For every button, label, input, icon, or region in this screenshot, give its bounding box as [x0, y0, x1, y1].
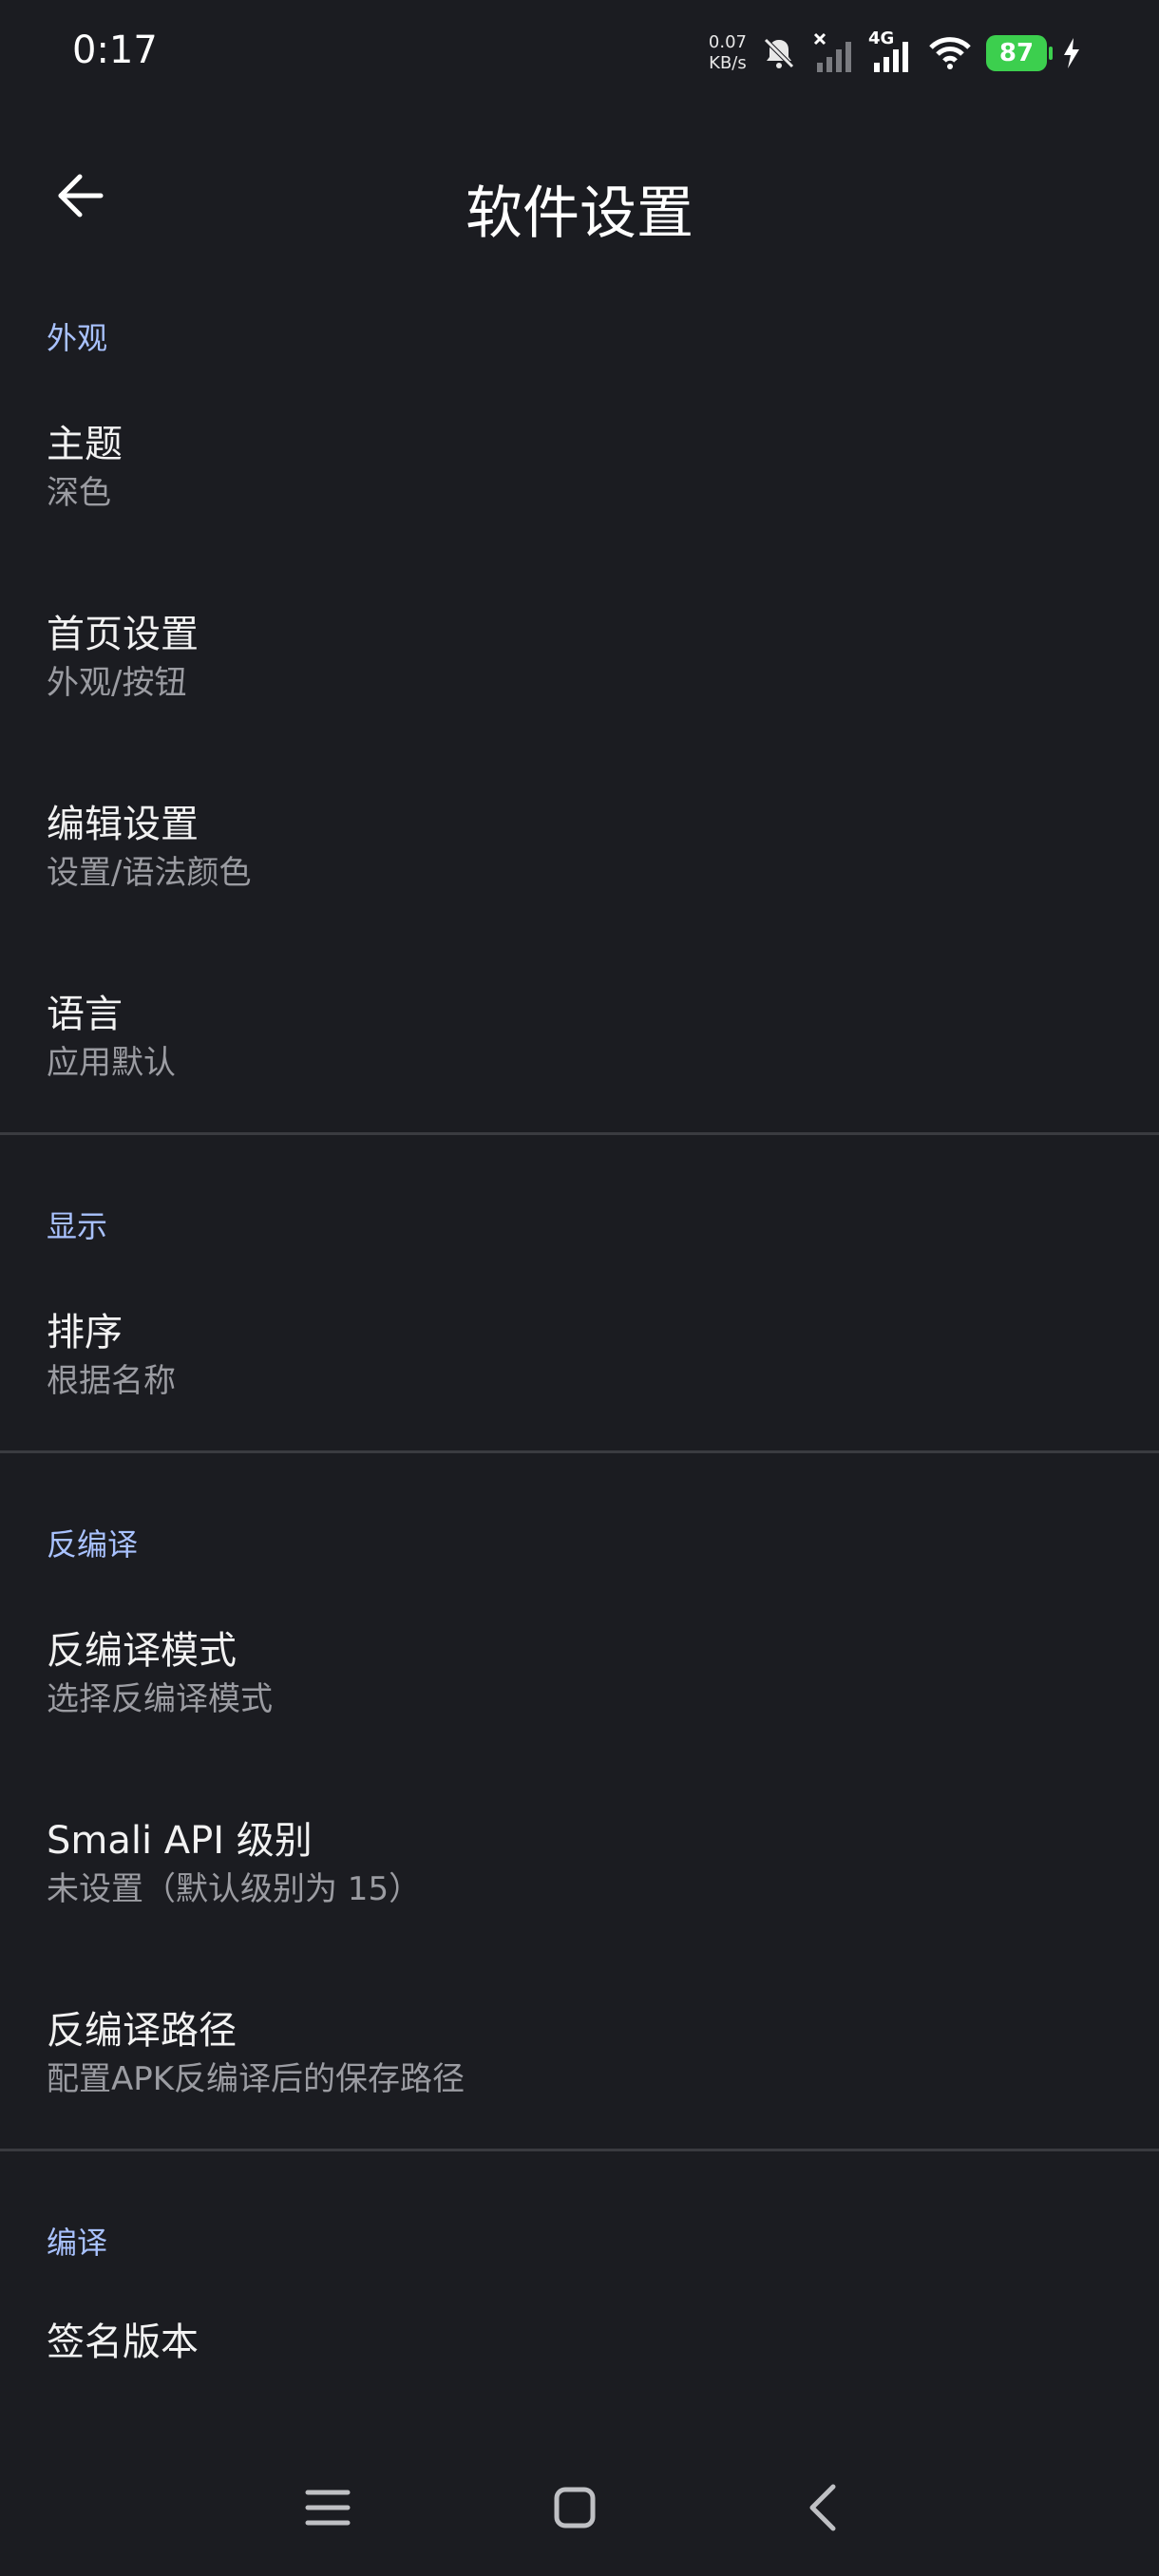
network-speed: 0.07 KB/s [709, 32, 747, 74]
wifi-icon [927, 34, 973, 72]
setting-summary: 未设置（默认级别为 15） [47, 1870, 422, 1908]
screen: 0:17 0.07 KB/s 4G 87 软件设置 外观 主题 深色 首页设置 … [0, 0, 1159, 2576]
network-speed-unit: KB/s [709, 53, 747, 73]
setting-decompile-path[interactable]: 反编译路径 配置APK反编译后的保存路径 [0, 1959, 1159, 2149]
status-bar: 0:17 0.07 KB/s 4G 87 [0, 0, 1159, 104]
setting-summary: 应用默认 [47, 1044, 176, 1082]
menu-icon [304, 2487, 352, 2532]
chevron-left-icon [805, 2483, 843, 2536]
section-header-display: 显示 [47, 1208, 108, 1244]
setting-home[interactable]: 首页设置 外观/按钮 [0, 562, 1159, 752]
setting-title: 排序 [47, 1311, 123, 1354]
section-header-appearance: 外观 [47, 320, 108, 356]
signal-4g-icon: 4G [868, 28, 914, 74]
setting-title: 语言 [47, 993, 123, 1036]
section-header-decompile: 反编译 [47, 1526, 139, 1563]
setting-summary: 深色 [47, 474, 111, 512]
network-type-label: 4G [868, 28, 895, 48]
nav-back-button[interactable] [781, 2472, 866, 2548]
battery-indicator: 87 [986, 35, 1053, 71]
setting-theme[interactable]: 主题 深色 [0, 372, 1159, 562]
status-icons: 0.07 KB/s 4G 87 [709, 25, 1083, 82]
setting-title: 编辑设置 [47, 803, 199, 846]
network-speed-value: 0.07 [708, 32, 747, 52]
setting-decompile-mode[interactable]: 反编译模式 选择反编译模式 [0, 1579, 1159, 1769]
setting-title: 主题 [47, 423, 123, 466]
setting-summary: 选择反编译模式 [47, 1680, 273, 1718]
nav-home-button[interactable] [532, 2472, 618, 2548]
charging-icon [1060, 36, 1083, 70]
status-time: 0:17 [72, 28, 158, 72]
app-header: 软件设置 [0, 142, 1159, 256]
battery-level: 87 [998, 39, 1035, 67]
setting-smali-api[interactable]: Smali API 级别 未设置（默认级别为 15） [0, 1769, 1159, 1959]
nav-recents-button[interactable] [285, 2472, 370, 2548]
setting-title: 首页设置 [47, 613, 199, 656]
setting-title: Smali API 级别 [47, 1819, 313, 1863]
home-square-icon [552, 2485, 598, 2534]
settings-list: 外观 主题 深色 首页设置 外观/按钮 编辑设置 设置/语法颜色 语言 应用默认… [0, 313, 1159, 2457]
setting-summary: 配置APK反编译后的保存路径 [47, 2060, 466, 2098]
setting-language[interactable]: 语言 应用默认 [0, 942, 1159, 1132]
setting-summary: 外观/按钮 [47, 664, 187, 702]
setting-title: 反编译模式 [47, 1629, 237, 1673]
setting-sort[interactable]: 排序 根据名称 [0, 1260, 1159, 1450]
setting-title: 签名版本 [47, 2320, 199, 2364]
setting-editor[interactable]: 编辑设置 设置/语法颜色 [0, 752, 1159, 942]
section-header-compile: 编译 [47, 2225, 108, 2261]
setting-title: 反编译路径 [47, 2009, 237, 2053]
page-title: 软件设置 [466, 180, 694, 247]
setting-summary: 根据名称 [47, 1362, 176, 1400]
system-nav-bar [0, 2443, 1159, 2576]
setting-summary: 设置/语法颜色 [47, 854, 252, 892]
signal-no-sim-icon [811, 32, 855, 74]
setting-signature-version[interactable]: 签名版本 [0, 2267, 1159, 2457]
bell-muted-icon [760, 34, 798, 72]
